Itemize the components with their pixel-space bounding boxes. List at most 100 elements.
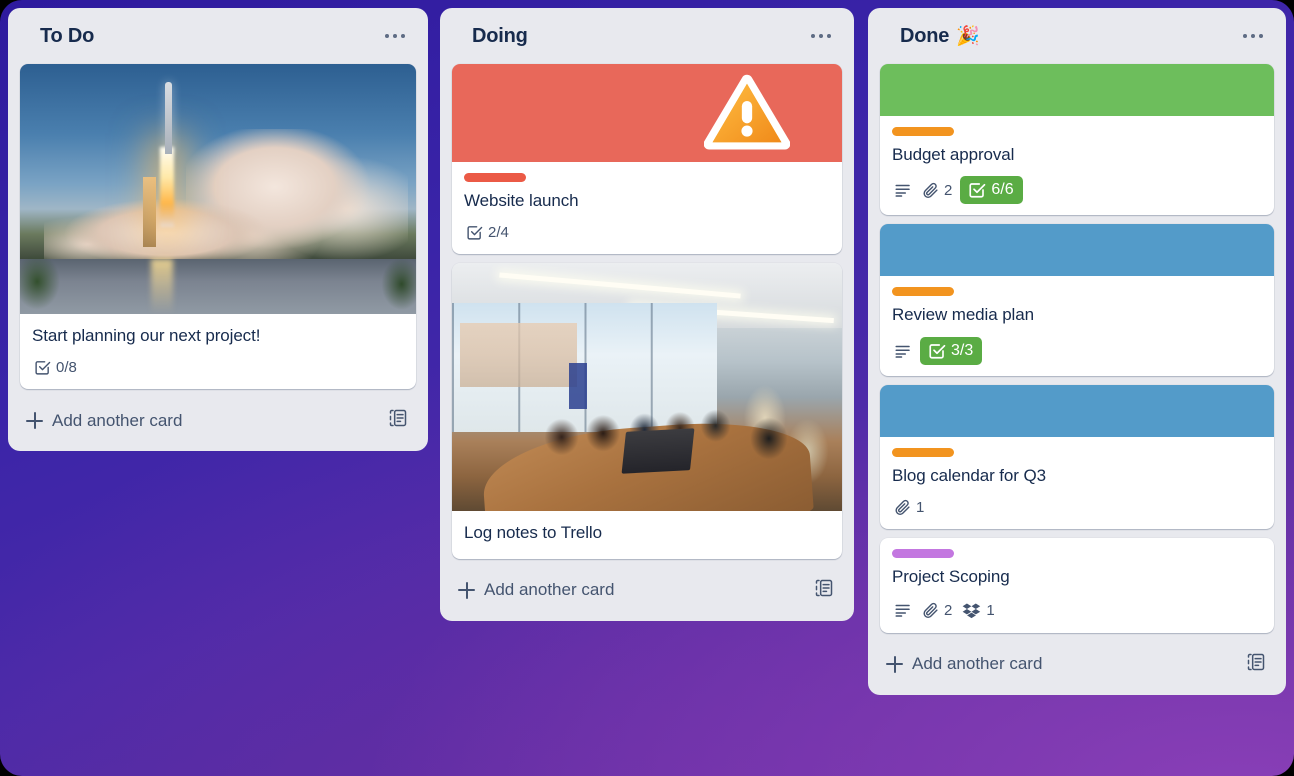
list-title-text: To Do (40, 24, 95, 47)
card-start-planning[interactable]: Start planning our next project! 0/8 (20, 64, 416, 390)
add-card-label: Add another card (484, 580, 615, 600)
card-website-launch[interactable]: Website launch 2/4 (452, 64, 842, 255)
purple-label[interactable] (892, 549, 954, 559)
plus-icon (26, 412, 43, 430)
card-labels (892, 285, 1262, 302)
conference-room-meeting-photo (452, 263, 842, 512)
card-badges: 2 6/6 (892, 169, 1262, 205)
cards-todo: Start planning our next project! 0/8 (16, 64, 420, 390)
add-card-label: Add another card (912, 654, 1043, 674)
description-icon (894, 181, 912, 199)
attachment-badge: 2 (920, 600, 954, 621)
checklist-icon (968, 181, 986, 199)
card-title: Blog calendar for Q3 (892, 465, 1046, 485)
card-badges: 3/3 (892, 330, 1262, 365)
checklist-badge-complete: 3/3 (920, 336, 983, 365)
card-title: Budget approval (892, 145, 1015, 164)
card-badges: 0/8 (32, 350, 404, 378)
description-badge (892, 179, 914, 201)
list-title[interactable]: Doing (472, 25, 528, 48)
rocket-launch-photo (20, 64, 416, 314)
card-project-scoping[interactable]: Project Scoping 2 1 (880, 538, 1274, 633)
ellipsis-icon[interactable] (378, 19, 412, 53)
card-badges: 2/4 (464, 215, 830, 243)
card-labels (464, 171, 830, 188)
card-labels (892, 547, 1262, 564)
list-title[interactable]: Done 🎉 (900, 24, 980, 48)
cards-doing: Website launch 2/4 Log notes to Trello (448, 64, 846, 559)
card-body: Start planning our next project! 0/8 (20, 314, 416, 389)
card-body: Budget approval 2 6/6 (880, 116, 1274, 215)
card-body: Review media plan 3/3 (880, 276, 1274, 375)
card-body: Blog calendar for Q3 1 (880, 437, 1274, 529)
list-title[interactable]: To Do (40, 25, 94, 48)
attachment-badge: 2 (920, 180, 954, 201)
description-icon (894, 601, 912, 619)
add-another-card-doing[interactable]: Add another card (448, 568, 846, 613)
card-body: Website launch 2/4 (452, 162, 842, 254)
card-title: Start planning our next project! (32, 326, 261, 345)
cards-done: Budget approval 2 6/6 Review media plan … (876, 64, 1278, 633)
card-budget-approval[interactable]: Budget approval 2 6/6 (880, 64, 1274, 216)
card-labels (892, 125, 1262, 142)
dropbox-count: 1 (986, 601, 995, 619)
checklist-count: 0/8 (56, 359, 77, 377)
orange-label[interactable] (892, 127, 954, 136)
checklist-icon (928, 342, 946, 360)
list-header-done: Done 🎉 (876, 8, 1278, 64)
card-title: Project Scoping (892, 567, 1010, 587)
card-body: Log notes to Trello (452, 511, 842, 558)
warning-sign-emoji (703, 70, 791, 161)
card-cover-color (880, 224, 1274, 277)
add-card-label: Add another card (52, 410, 183, 430)
ellipsis-icon[interactable] (804, 19, 838, 53)
card-log-notes[interactable]: Log notes to Trello (452, 263, 842, 559)
card-cover-color (880, 64, 1274, 116)
card-blog-calendar-q3[interactable]: Blog calendar for Q3 1 (880, 384, 1274, 530)
description-badge (892, 340, 914, 362)
card-template-icon[interactable] (1246, 652, 1266, 677)
plus-icon (886, 655, 903, 673)
attachment-badge: 1 (892, 497, 926, 518)
card-body: Project Scoping 2 1 (880, 538, 1274, 632)
checklist-count: 3/3 (951, 341, 974, 359)
add-another-card-todo[interactable]: Add another card (16, 398, 420, 443)
list-done: Done 🎉 Budget approval 2 6/6 Review medi… (868, 8, 1286, 695)
card-template-icon[interactable] (814, 578, 834, 603)
card-title: Website launch (464, 191, 579, 210)
checklist-badge: 2/4 (464, 222, 511, 243)
list-title-text: Done (900, 24, 950, 47)
card-badges: 1 (892, 490, 1262, 518)
list-title-text: Doing (472, 24, 528, 47)
list-doing: Doing Website launch 2/4 Log notes to Tr… (440, 8, 854, 621)
attachment-icon (922, 182, 939, 199)
checklist-count: 6/6 (991, 181, 1014, 199)
plus-icon (458, 581, 475, 599)
card-review-media-plan[interactable]: Review media plan 3/3 (880, 224, 1274, 376)
orange-label[interactable] (892, 447, 954, 457)
checklist-icon (34, 359, 51, 376)
ellipsis-icon[interactable] (1236, 19, 1270, 53)
attachment-icon (922, 602, 939, 619)
attachment-count: 2 (944, 181, 953, 199)
add-another-card-done[interactable]: Add another card (876, 642, 1278, 687)
card-cover-color (880, 384, 1274, 437)
card-title: Review media plan (892, 305, 1034, 325)
checklist-badge: 0/8 (32, 357, 79, 378)
orange-label[interactable] (892, 287, 954, 297)
card-badges: 2 1 (892, 592, 1262, 622)
description-icon (894, 342, 912, 360)
attachment-count: 2 (944, 601, 953, 619)
card-template-icon[interactable] (388, 408, 408, 433)
list-header-doing: Doing (448, 8, 846, 64)
trello-board: To Do Start planning our next project! 0… (0, 0, 1294, 776)
attachment-icon (894, 499, 911, 516)
red-label[interactable] (464, 173, 526, 182)
list-header-todo: To Do (16, 8, 420, 64)
card-labels (892, 446, 1262, 463)
checklist-icon (466, 224, 483, 241)
card-title: Log notes to Trello (464, 523, 602, 543)
description-badge (892, 599, 914, 621)
card-cover-color (452, 64, 842, 162)
dropbox-icon (962, 601, 981, 620)
